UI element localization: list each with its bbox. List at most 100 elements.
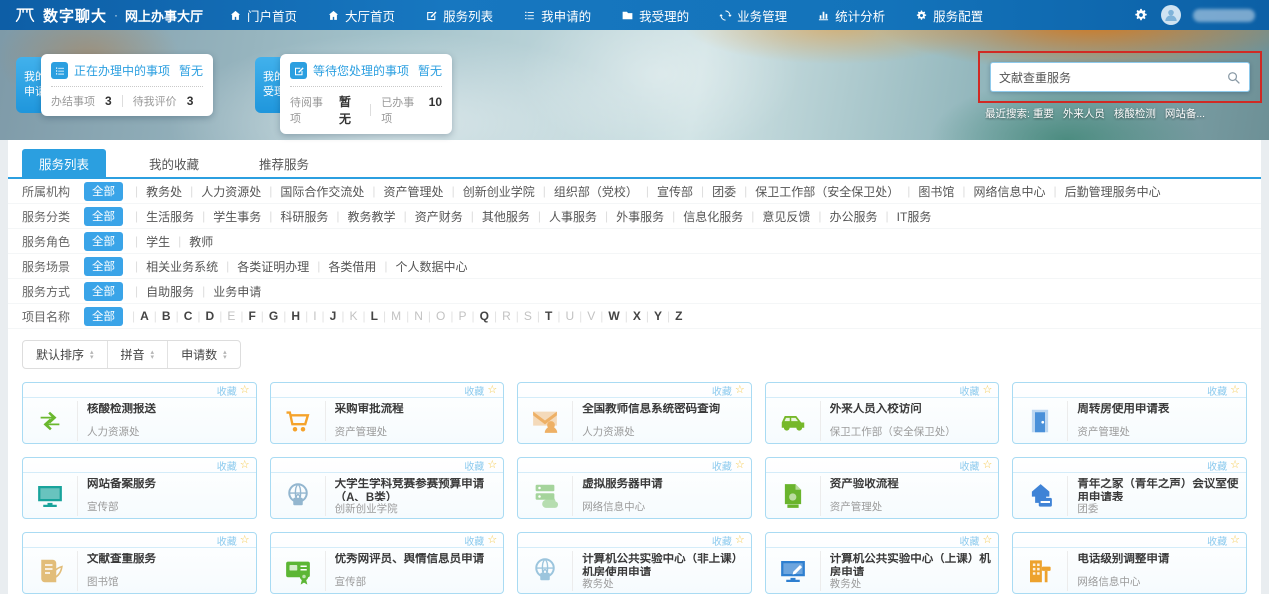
recent-search-item[interactable]: 核酸检测 <box>1114 108 1156 120</box>
favorite-star-icon[interactable]: ☆ <box>1230 460 1240 470</box>
search-icon[interactable] <box>1226 70 1241 85</box>
letter-filter-Y[interactable]: Y <box>654 309 662 323</box>
my-accept-none-link[interactable]: 暂无 <box>418 62 442 79</box>
service-card[interactable]: 收藏☆全国教师信息系统密码查询人力资源处 <box>517 382 752 444</box>
filter-option[interactable]: 学生事务 <box>213 208 261 225</box>
filter-option[interactable]: 科研服务 <box>280 208 328 225</box>
filter-option[interactable]: 网络信息中心 <box>974 183 1046 200</box>
filter-option[interactable]: 个人数据中心 <box>396 258 468 275</box>
letter-filter-B[interactable]: B <box>162 309 171 323</box>
nav-item-hall-home[interactable]: 大厅首页 <box>327 6 395 25</box>
nav-item-service-config[interactable]: 服务配置 <box>915 6 983 25</box>
favorite-star-icon[interactable]: ☆ <box>1230 385 1240 395</box>
filter-option[interactable]: 办公服务 <box>830 208 878 225</box>
filter-option[interactable]: 保卫工作部（安全保卫处） <box>755 183 899 200</box>
letter-filter-F[interactable]: F <box>248 309 255 323</box>
filter-option[interactable]: 自助服务 <box>146 283 194 300</box>
nav-item-service-list[interactable]: 服务列表 <box>425 6 493 25</box>
sort-默认排序[interactable]: 默认排序▴▾ <box>23 341 107 368</box>
filter-option[interactable]: 各类证明办理 <box>237 258 309 275</box>
favorite-star-icon[interactable]: ☆ <box>1230 535 1240 545</box>
favorite-star-icon[interactable]: ☆ <box>240 535 250 545</box>
letter-filter-J[interactable]: J <box>330 309 337 323</box>
service-card[interactable]: 收藏☆电话级别调整申请网络信息中心 <box>1012 532 1247 594</box>
sort-拼音[interactable]: 拼音▴▾ <box>107 341 168 368</box>
filter-option[interactable]: 生活服务 <box>146 208 194 225</box>
filter-all-badge[interactable]: 全部 <box>84 182 123 201</box>
recent-search-item[interactable]: 外来人员 <box>1063 108 1105 120</box>
nav-item-statistics[interactable]: 统计分析 <box>817 6 885 25</box>
filter-option[interactable]: 外事服务 <box>616 208 664 225</box>
letter-filter-G[interactable]: G <box>269 309 278 323</box>
filter-option[interactable]: 相关业务系统 <box>146 258 218 275</box>
recent-search-item[interactable]: 重要 <box>1033 108 1054 120</box>
search-input[interactable] <box>999 70 1226 84</box>
tab-服务列表[interactable]: 服务列表 <box>22 149 106 177</box>
filter-all-badge[interactable]: 全部 <box>84 307 123 326</box>
favorite-star-icon[interactable]: ☆ <box>487 385 497 395</box>
filter-option[interactable]: 教务教学 <box>348 208 396 225</box>
tab-我的收藏[interactable]: 我的收藏 <box>132 149 216 177</box>
letter-filter-D[interactable]: D <box>206 309 215 323</box>
filter-option[interactable]: 各类借用 <box>328 258 376 275</box>
favorite-star-icon[interactable]: ☆ <box>487 460 497 470</box>
user-avatar-icon[interactable] <box>1161 5 1181 25</box>
letter-filter-W[interactable]: W <box>608 309 619 323</box>
favorite-star-icon[interactable]: ☆ <box>240 460 250 470</box>
service-card[interactable]: 收藏☆资产验收流程资产管理处 <box>765 457 1000 519</box>
favorite-star-icon[interactable]: ☆ <box>735 385 745 395</box>
favorite-star-icon[interactable]: ☆ <box>983 460 993 470</box>
letter-filter-Z[interactable]: Z <box>675 309 682 323</box>
filter-option[interactable]: 后勤管理服务中心 <box>1065 183 1161 200</box>
favorite-star-icon[interactable]: ☆ <box>983 385 993 395</box>
letter-filter-H[interactable]: H <box>291 309 300 323</box>
filter-option[interactable]: 教务处 <box>146 183 182 200</box>
nav-item-my-handled[interactable]: 我受理的 <box>621 6 689 25</box>
filter-option[interactable]: 学生 <box>146 233 170 250</box>
nav-item-portal-home[interactable]: 门户首页 <box>229 6 297 25</box>
service-card[interactable]: 收藏☆计算机公共实验中心（非上课）机房使用申请教务处 <box>517 532 752 594</box>
service-card[interactable]: 收藏☆文献查重服务图书馆 <box>22 532 257 594</box>
favorite-star-icon[interactable]: ☆ <box>735 460 745 470</box>
filter-option[interactable]: 信息化服务 <box>683 208 743 225</box>
favorite-star-icon[interactable]: ☆ <box>240 385 250 395</box>
filter-option[interactable]: 教师 <box>189 233 213 250</box>
favorite-star-icon[interactable]: ☆ <box>983 535 993 545</box>
filter-option[interactable]: 国际合作交流处 <box>280 183 364 200</box>
filter-option[interactable]: 团委 <box>712 183 736 200</box>
service-card[interactable]: 收藏☆网站备案服务宣传部 <box>22 457 257 519</box>
service-card[interactable]: 收藏☆大学生学科竞赛参赛预算申请（A、B类）创新创业学院 <box>270 457 505 519</box>
service-card[interactable]: 收藏☆采购审批流程资产管理处 <box>270 382 505 444</box>
sort-申请数[interactable]: 申请数▴▾ <box>167 341 240 368</box>
filter-all-badge[interactable]: 全部 <box>84 207 123 226</box>
service-card[interactable]: 收藏☆优秀网评员、舆情信息员申请宣传部 <box>270 532 505 594</box>
filter-option[interactable]: 资产管理处 <box>384 183 444 200</box>
filter-option[interactable]: 宣传部 <box>657 183 693 200</box>
letter-filter-C[interactable]: C <box>184 309 193 323</box>
letter-filter-A[interactable]: A <box>140 309 149 323</box>
favorite-star-icon[interactable]: ☆ <box>487 535 497 545</box>
filter-option[interactable]: 人事服务 <box>549 208 597 225</box>
nav-item-business-management[interactable]: 业务管理 <box>719 6 787 25</box>
letter-filter-X[interactable]: X <box>633 309 641 323</box>
username-blurred[interactable] <box>1193 9 1255 22</box>
letter-filter-L[interactable]: L <box>371 309 378 323</box>
filter-option[interactable]: 其他服务 <box>482 208 530 225</box>
letter-filter-Q[interactable]: Q <box>480 309 489 323</box>
filter-option[interactable]: IT服务 <box>897 208 932 225</box>
my-apply-none-link[interactable]: 暂无 <box>179 62 203 79</box>
filter-option[interactable]: 资产财务 <box>415 208 463 225</box>
filter-all-badge[interactable]: 全部 <box>84 282 123 301</box>
service-card[interactable]: 收藏☆计算机公共实验中心（上课）机房申请教务处 <box>765 532 1000 594</box>
filter-option[interactable]: 人力资源处 <box>201 183 261 200</box>
filter-all-badge[interactable]: 全部 <box>84 257 123 276</box>
filter-option[interactable]: 创新创业学院 <box>463 183 535 200</box>
tab-推荐服务[interactable]: 推荐服务 <box>242 149 326 177</box>
favorite-star-icon[interactable]: ☆ <box>735 535 745 545</box>
service-card[interactable]: 收藏☆虚拟服务器申请网络信息中心 <box>517 457 752 519</box>
filter-all-badge[interactable]: 全部 <box>84 232 123 251</box>
service-card[interactable]: 收藏☆周转房使用申请表资产管理处 <box>1012 382 1247 444</box>
service-card[interactable]: 收藏☆外来人员入校访问保卫工作部（安全保卫处） <box>765 382 1000 444</box>
filter-option[interactable]: 业务申请 <box>213 283 261 300</box>
recent-search-item[interactable]: 网站备... <box>1165 108 1205 120</box>
